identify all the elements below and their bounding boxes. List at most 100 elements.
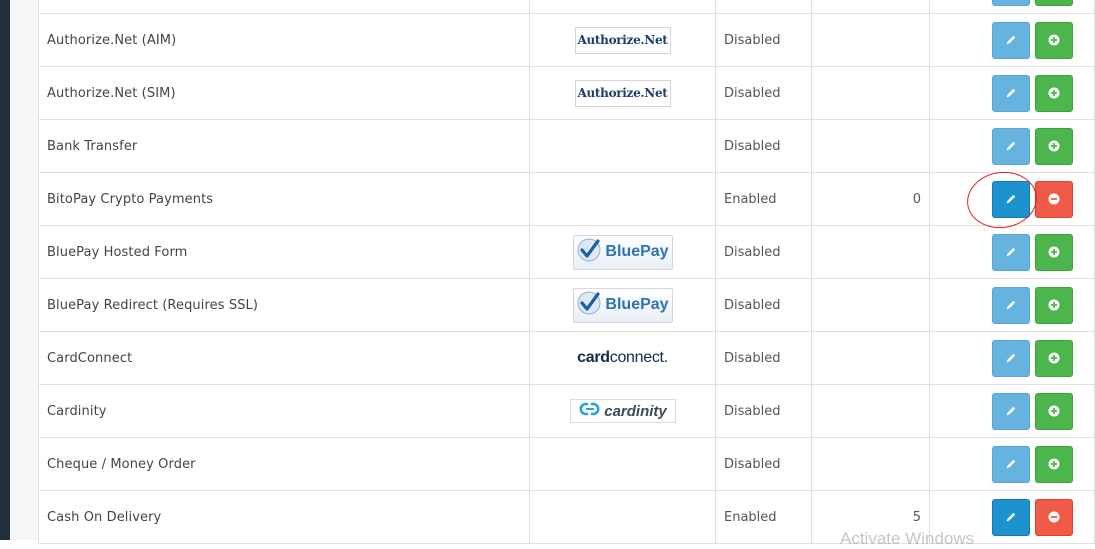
extension-row: BluePay Hosted Form BluePay Disabled bbox=[38, 225, 1095, 279]
extension-name: CardConnect bbox=[38, 331, 530, 385]
pencil-icon bbox=[1005, 405, 1017, 417]
edit-button[interactable] bbox=[992, 0, 1030, 6]
uninstall-button[interactable] bbox=[1035, 180, 1073, 218]
extension-logo-cell: Authorize.Net bbox=[529, 13, 716, 67]
cardconnect-logo: card connect. bbox=[577, 349, 668, 367]
install-button[interactable] bbox=[1035, 0, 1073, 6]
checkmark-icon bbox=[576, 237, 602, 267]
edit-button[interactable] bbox=[992, 445, 1030, 483]
install-button[interactable] bbox=[1035, 445, 1073, 483]
cardinity-logo: cardinity bbox=[569, 399, 676, 423]
extension-logo-cell: card connect. bbox=[529, 331, 716, 385]
extension-row: Authorize.Net (SIM) Authorize.Net Disabled bbox=[38, 66, 1095, 120]
extension-actions bbox=[929, 278, 1095, 332]
action-buttons bbox=[930, 392, 1094, 430]
extension-status: Disabled bbox=[715, 66, 812, 120]
extension-name: Authorize.Net (SIM) bbox=[38, 66, 530, 120]
extension-status: Disabled bbox=[715, 119, 812, 173]
action-buttons bbox=[930, 0, 1094, 6]
pencil-icon bbox=[1005, 458, 1017, 470]
extension-row: CardConnect card connect. Disabled bbox=[38, 331, 1095, 385]
extension-sort-order bbox=[811, 66, 930, 120]
extension-name: Authorize.Net (AIM) bbox=[38, 13, 530, 67]
uninstall-button[interactable] bbox=[1035, 498, 1073, 536]
extension-status bbox=[715, 0, 812, 14]
extension-actions bbox=[929, 437, 1095, 491]
extension-sort-order bbox=[811, 225, 930, 279]
left-sidebar-edge bbox=[0, 0, 10, 540]
action-buttons bbox=[930, 127, 1094, 165]
pencil-icon bbox=[1005, 299, 1017, 311]
edit-button[interactable] bbox=[992, 286, 1030, 324]
extension-status: Enabled bbox=[715, 490, 812, 544]
install-button[interactable] bbox=[1035, 233, 1073, 271]
install-button[interactable] bbox=[1035, 21, 1073, 59]
plus-circle-icon bbox=[1048, 299, 1060, 311]
payment-extensions-table: Authorize.Net (AIM) Authorize.Net Disabled… bbox=[38, 0, 1095, 544]
action-buttons bbox=[930, 21, 1094, 59]
extension-name: Bank Transfer bbox=[38, 119, 530, 173]
extension-sort-order bbox=[811, 278, 930, 332]
extension-logo-cell bbox=[529, 490, 716, 544]
edit-button[interactable] bbox=[992, 180, 1030, 218]
pencil-icon bbox=[1005, 246, 1017, 258]
extension-row: Cardinity cardinity Disabled bbox=[38, 384, 1095, 438]
extension-logo-cell bbox=[529, 119, 716, 173]
extension-status: Enabled bbox=[715, 172, 812, 226]
action-buttons bbox=[930, 339, 1094, 377]
extension-row: Cheque / Money Order Disabled bbox=[38, 437, 1095, 491]
edit-button[interactable] bbox=[992, 339, 1030, 377]
pencil-icon bbox=[1005, 193, 1017, 205]
edit-button[interactable] bbox=[992, 127, 1030, 165]
extension-sort-order bbox=[811, 119, 930, 173]
checkmark-icon bbox=[576, 290, 602, 320]
cardinity-logo-text: cardinity bbox=[604, 402, 667, 420]
pencil-icon bbox=[1005, 352, 1017, 364]
install-button[interactable] bbox=[1035, 286, 1073, 324]
extension-name bbox=[38, 0, 530, 14]
extension-row: Bank Transfer Disabled bbox=[38, 119, 1095, 173]
pencil-icon bbox=[1005, 511, 1017, 523]
minus-circle-icon bbox=[1048, 511, 1060, 523]
extension-logo-cell: cardinity bbox=[529, 384, 716, 438]
install-button[interactable] bbox=[1035, 127, 1073, 165]
extension-row: Authorize.Net (AIM) Authorize.Net Disabled bbox=[38, 13, 1095, 67]
extension-status: Disabled bbox=[715, 437, 812, 491]
minus-circle-icon bbox=[1048, 193, 1060, 205]
extension-name: Cardinity bbox=[38, 384, 530, 438]
extension-row: BitoPay Crypto Payments Enabled 0 bbox=[38, 172, 1095, 226]
action-buttons bbox=[930, 74, 1094, 112]
pencil-icon bbox=[1005, 87, 1017, 99]
extension-name: BluePay Hosted Form bbox=[38, 225, 530, 279]
action-buttons bbox=[930, 233, 1094, 271]
install-button[interactable] bbox=[1035, 392, 1073, 430]
action-buttons bbox=[930, 445, 1094, 483]
extension-actions bbox=[929, 0, 1095, 14]
authorize-net-logo: Authorize.Net bbox=[574, 79, 671, 107]
bluepay-logo-text: BluePay bbox=[605, 243, 669, 260]
extension-status: Disabled bbox=[715, 13, 812, 67]
install-button[interactable] bbox=[1035, 339, 1073, 377]
cardconnect-logo-bold: card bbox=[577, 349, 610, 366]
authorize-net-logo: Authorize.Net bbox=[574, 26, 671, 54]
extension-actions bbox=[929, 384, 1095, 438]
payment-extensions-table-wrapper: Authorize.Net (AIM) Authorize.Net Disabled… bbox=[38, 0, 1095, 544]
extension-status: Disabled bbox=[715, 384, 812, 438]
extension-logo-cell: Authorize.Net bbox=[529, 66, 716, 120]
extension-sort-order bbox=[811, 13, 930, 67]
extension-name: BitoPay Crypto Payments bbox=[38, 172, 530, 226]
edit-button[interactable] bbox=[992, 392, 1030, 430]
edit-button[interactable] bbox=[992, 74, 1030, 112]
content-gutter bbox=[10, 0, 38, 540]
activate-windows-watermark: Activate Windows bbox=[840, 529, 975, 548]
extension-name: BluePay Redirect (Requires SSL) bbox=[38, 278, 530, 332]
extension-name: Cash On Delivery bbox=[38, 490, 530, 544]
edit-button[interactable] bbox=[992, 21, 1030, 59]
plus-circle-icon bbox=[1048, 352, 1060, 364]
extension-logo-cell: BluePay bbox=[529, 225, 716, 279]
edit-button[interactable] bbox=[992, 498, 1030, 536]
bluepay-logo: BluePay bbox=[572, 287, 673, 323]
install-button[interactable] bbox=[1035, 74, 1073, 112]
edit-button[interactable] bbox=[992, 233, 1030, 271]
extension-actions bbox=[929, 13, 1095, 67]
